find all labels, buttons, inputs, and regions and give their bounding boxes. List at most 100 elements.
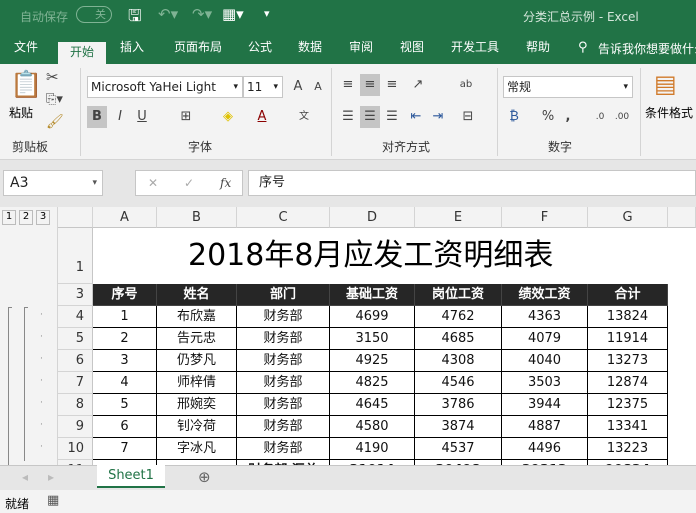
shrink-font-icon[interactable]: A bbox=[308, 76, 328, 98]
merge-center-icon[interactable]: ⊟ bbox=[458, 106, 478, 128]
table-cell[interactable]: 财务部 bbox=[237, 438, 330, 460]
table-cell[interactable]: 4685 bbox=[415, 328, 502, 350]
comma-button[interactable]: , bbox=[558, 106, 578, 128]
table-cell[interactable]: 13341 bbox=[588, 416, 668, 438]
table-cell[interactable]: 7 bbox=[93, 438, 157, 460]
paste-icon[interactable]: 📋 bbox=[10, 70, 42, 100]
tab-data[interactable]: 数据 bbox=[290, 32, 330, 64]
paste-button[interactable]: 粘贴 bbox=[9, 104, 33, 121]
table-cell[interactable]: 13273 bbox=[588, 350, 668, 372]
table-header-cell[interactable]: 基础工资 bbox=[330, 284, 415, 306]
cut-icon[interactable]: ✂ bbox=[46, 68, 59, 86]
table-cell[interactable]: 5 bbox=[93, 394, 157, 416]
formula-input[interactable]: 序号 bbox=[248, 170, 696, 196]
table-cell[interactable]: 3786 bbox=[415, 394, 502, 416]
table-cell[interactable]: 4887 bbox=[502, 416, 588, 438]
column-header-c[interactable]: C bbox=[237, 207, 330, 228]
font-name-select[interactable]: Microsoft YaHei Light ▾ bbox=[87, 76, 243, 98]
conditional-format-button[interactable]: 条件格式 bbox=[645, 104, 693, 121]
add-sheet-icon[interactable]: ⊕ bbox=[198, 468, 211, 486]
tab-help[interactable]: 帮助 bbox=[518, 32, 558, 64]
table-cell[interactable]: 邢婉奕 bbox=[157, 394, 237, 416]
undo-icon[interactable]: ↶▾ bbox=[158, 5, 178, 23]
column-header-e[interactable]: E bbox=[415, 207, 502, 228]
table-header-cell[interactable]: 姓名 bbox=[157, 284, 237, 306]
column-header-b[interactable]: B bbox=[157, 207, 237, 228]
table-cell[interactable]: 2 bbox=[93, 328, 157, 350]
phonetic-icon[interactable]: 文 bbox=[294, 106, 314, 128]
row-header-3[interactable]: 3 bbox=[58, 284, 93, 306]
sheet-tab-sheet1[interactable]: Sheet1 bbox=[97, 465, 165, 488]
tab-review[interactable]: 审阅 bbox=[341, 32, 381, 64]
font-size-select[interactable]: 11 ▾ bbox=[243, 76, 283, 98]
save-icon[interactable]: 🖫 bbox=[128, 5, 142, 32]
tab-file[interactable]: 文件 bbox=[4, 32, 48, 64]
table-cell[interactable]: 仍梦凡 bbox=[157, 350, 237, 372]
row-header[interactable]: 6 bbox=[58, 350, 93, 372]
table-header-cell[interactable]: 部门 bbox=[237, 284, 330, 306]
table-cell[interactable]: 财务部 bbox=[237, 350, 330, 372]
align-left-icon[interactable]: ☰ bbox=[338, 106, 358, 128]
copy-icon[interactable]: ⎘▾ bbox=[46, 92, 63, 107]
table-cell[interactable]: 4190 bbox=[330, 438, 415, 460]
table-cell[interactable]: 4762 bbox=[415, 306, 502, 328]
table-cell[interactable]: 4496 bbox=[502, 438, 588, 460]
grow-font-icon[interactable]: A bbox=[288, 76, 308, 98]
fill-color-icon[interactable]: ◈ bbox=[218, 106, 238, 128]
prev-sheet-icon[interactable]: ◂ bbox=[22, 470, 28, 484]
table-cell[interactable]: 3503 bbox=[502, 372, 588, 394]
table-cell[interactable]: 3944 bbox=[502, 394, 588, 416]
table-header-cell[interactable]: 合计 bbox=[588, 284, 668, 306]
column-header-g[interactable]: G bbox=[588, 207, 668, 228]
borders-icon[interactable]: ⊞ bbox=[176, 106, 196, 128]
orientation-icon[interactable]: ↗ bbox=[408, 74, 428, 96]
table-cell[interactable]: 4580 bbox=[330, 416, 415, 438]
tab-formulas[interactable]: 公式 bbox=[240, 32, 280, 64]
column-header-h[interactable] bbox=[668, 207, 696, 228]
table-cell[interactable]: 4040 bbox=[502, 350, 588, 372]
align-center-icon[interactable]: ☰ bbox=[360, 106, 380, 128]
table-cell[interactable]: 布欣嘉 bbox=[157, 306, 237, 328]
table-cell[interactable]: 4925 bbox=[330, 350, 415, 372]
enter-icon[interactable]: ✓ bbox=[184, 171, 194, 195]
align-top-icon[interactable]: ≡ bbox=[338, 74, 358, 96]
name-box[interactable]: A3 ▾ bbox=[3, 170, 103, 196]
table-cell[interactable]: 师梓倩 bbox=[157, 372, 237, 394]
table-cell[interactable]: 4308 bbox=[415, 350, 502, 372]
table-cell[interactable]: 财务部 bbox=[237, 394, 330, 416]
table-cell[interactable]: 3150 bbox=[330, 328, 415, 350]
align-right-icon[interactable]: ☰ bbox=[382, 106, 402, 128]
cancel-icon[interactable]: ✕ bbox=[148, 171, 158, 195]
row-header[interactable]: 4 bbox=[58, 306, 93, 328]
outline-level-2[interactable]: 2 bbox=[19, 210, 33, 225]
align-bottom-icon[interactable]: ≡ bbox=[382, 74, 402, 96]
table-cell[interactable]: 财务部 bbox=[237, 328, 330, 350]
conditional-format-icon[interactable]: ▤ bbox=[654, 70, 677, 98]
decrease-decimal-icon[interactable]: .00 bbox=[612, 106, 632, 128]
table-cell[interactable]: 3 bbox=[93, 350, 157, 372]
tab-page-layout[interactable]: 页面布局 bbox=[166, 32, 230, 64]
table-cell[interactable]: 字冰凡 bbox=[157, 438, 237, 460]
row-header[interactable]: 5 bbox=[58, 328, 93, 350]
outline-level-3[interactable]: 3 bbox=[36, 210, 50, 225]
accounting-format-icon[interactable]: ₿ bbox=[504, 106, 524, 128]
redo-icon[interactable]: ↷▾ bbox=[192, 5, 212, 23]
increase-decimal-icon[interactable]: .0 bbox=[590, 106, 610, 128]
tell-me-input[interactable]: 告诉我你想要做什么 bbox=[598, 40, 696, 57]
next-sheet-icon[interactable]: ▸ bbox=[48, 470, 54, 484]
table-cell[interactable]: 4 bbox=[93, 372, 157, 394]
form-icon[interactable]: ▦▾ bbox=[222, 5, 244, 23]
sheet-title-cell[interactable]: 2018年8月应发工资明细表 bbox=[93, 228, 696, 284]
select-all-corner[interactable] bbox=[58, 207, 93, 228]
tab-home[interactable]: 开始 bbox=[58, 42, 106, 64]
column-header-f[interactable]: F bbox=[502, 207, 588, 228]
row-header[interactable]: 8 bbox=[58, 394, 93, 416]
bold-button[interactable]: B bbox=[87, 106, 107, 128]
italic-button[interactable]: I bbox=[110, 106, 130, 128]
table-cell[interactable]: 告元忠 bbox=[157, 328, 237, 350]
table-cell[interactable]: 4645 bbox=[330, 394, 415, 416]
insert-function-button[interactable]: fx bbox=[220, 171, 231, 195]
number-format-select[interactable]: 常规 ▾ bbox=[503, 76, 633, 98]
align-middle-icon[interactable]: ≡ bbox=[360, 74, 380, 96]
format-painter-icon[interactable]: 🖌 bbox=[46, 114, 64, 130]
